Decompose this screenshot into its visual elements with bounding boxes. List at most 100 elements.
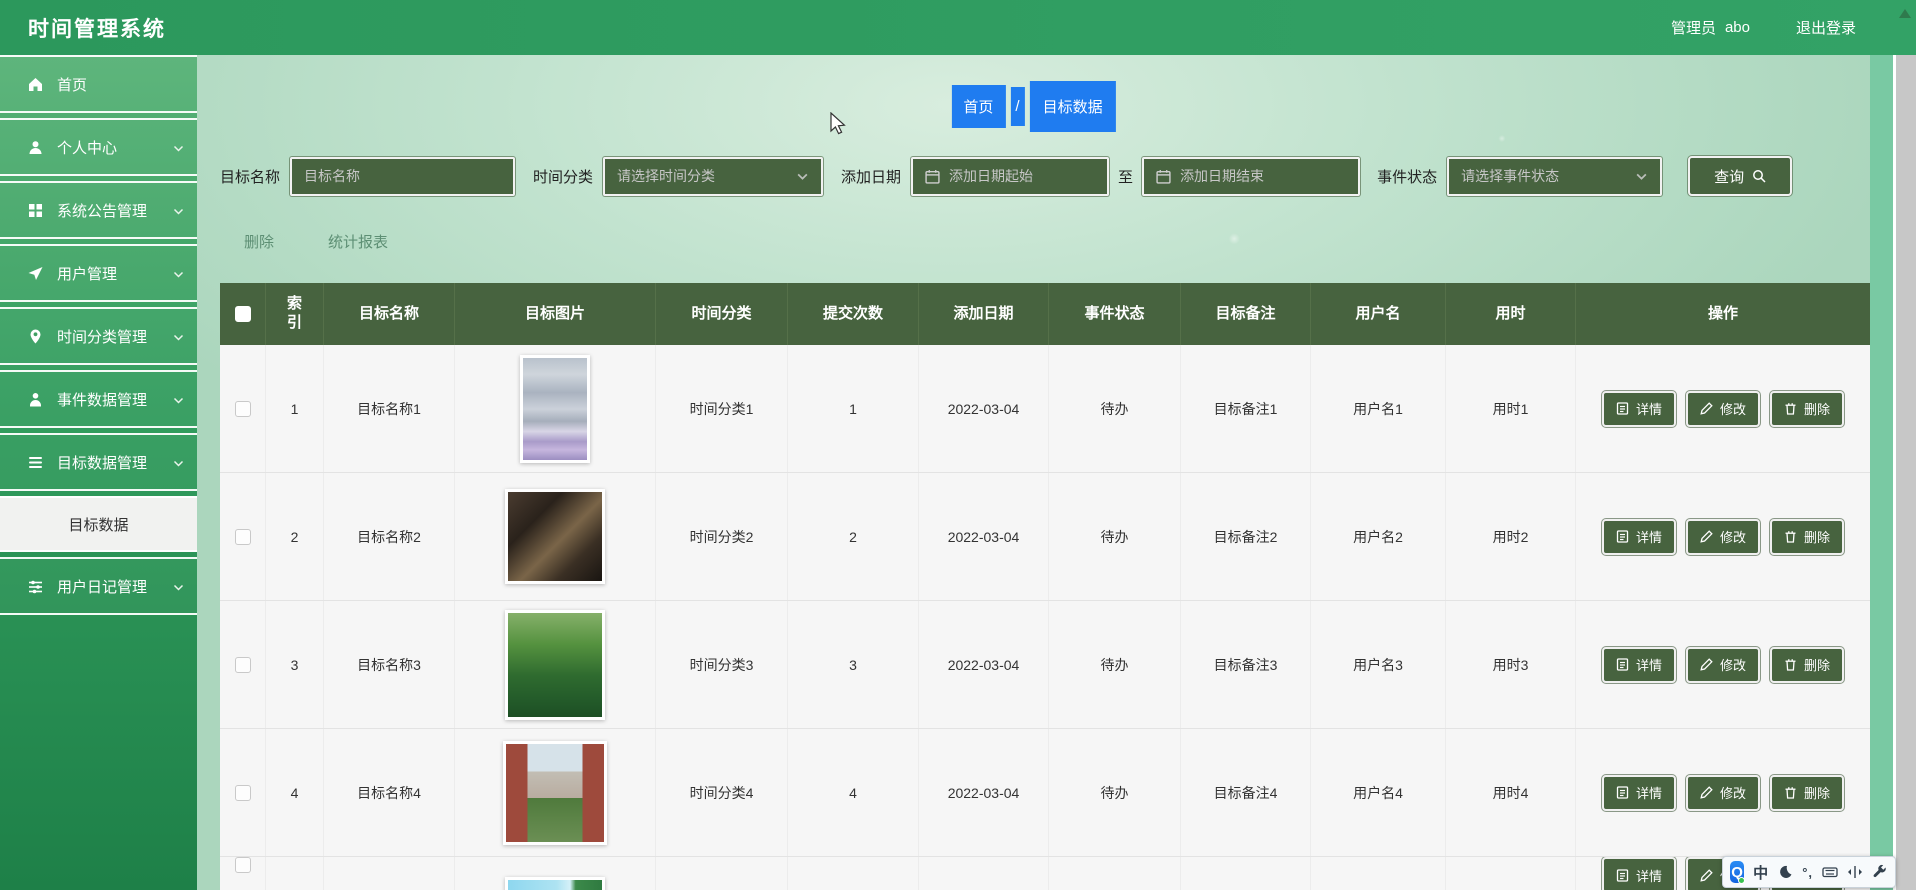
user-role-label: 管理员: [1670, 20, 1716, 37]
cell-target-name: 目标名称4: [324, 729, 455, 856]
date-end-input[interactable]: 添加日期结束: [1142, 156, 1361, 196]
text-direction-icon[interactable]: [1847, 864, 1863, 880]
cell-add-date: 2022-03-04: [919, 601, 1049, 728]
edit-button[interactable]: 修改: [1685, 646, 1760, 683]
keyboard-icon[interactable]: [1822, 864, 1838, 880]
target-image: [505, 877, 605, 890]
column-header-submit-count: 提交次数: [788, 283, 919, 345]
pencil-icon: [1700, 786, 1713, 799]
row-checkbox-cell: [220, 601, 266, 728]
column-header-name: 目标名称: [324, 283, 455, 345]
column-header-image: 目标图片: [455, 283, 656, 345]
detail-button[interactable]: 详情: [1601, 774, 1676, 811]
detail-button[interactable]: 详情: [1601, 646, 1676, 683]
cell-index: 3: [266, 601, 324, 728]
cell-username: 用户名3: [1311, 601, 1446, 728]
detail-button[interactable]: 详情: [1601, 518, 1676, 555]
sidebar-item-menu[interactable]: 时间分类管理: [0, 307, 197, 365]
sidebar-item-label: 个人中心: [57, 139, 118, 157]
target-name-input[interactable]: 目标名称: [290, 156, 516, 196]
header-checkbox-cell: [220, 283, 266, 345]
column-header-status: 事件状态: [1049, 283, 1181, 345]
detail-button[interactable]: 详情: [1601, 857, 1676, 890]
sidebar-item-menu[interactable]: 目标数据管理: [0, 433, 197, 491]
sidebar-item-label: 用户日记管理: [57, 578, 148, 596]
table-actions-bar: 删除 统计报表: [244, 231, 388, 252]
scrollbar-up-arrow-icon[interactable]: [1899, 9, 1911, 18]
cell-target-image: [455, 345, 656, 472]
add-date-label: 添加日期: [841, 168, 902, 186]
sidebar-item-label: 目标数据管理: [57, 454, 148, 472]
cell-duration: 用时4: [1446, 729, 1576, 856]
cell-operations: 详情 修改 删除: [1576, 473, 1870, 600]
edit-button[interactable]: 修改: [1685, 774, 1760, 811]
breadcrumb-home-link[interactable]: 首页: [951, 85, 1006, 128]
punctuation-icon[interactable]: °,: [1802, 865, 1813, 880]
cell-submit-count: [788, 857, 919, 890]
row-checkbox[interactable]: [234, 400, 251, 417]
sidebar-item-submenu[interactable]: 目标数据: [0, 496, 197, 552]
search-button[interactable]: 查询: [1688, 156, 1793, 196]
target-image: [520, 354, 590, 463]
edit-button[interactable]: 修改: [1685, 518, 1760, 555]
row-checkbox[interactable]: [234, 656, 251, 673]
cell-username: 用户名2: [1311, 473, 1446, 600]
content-scrollbar[interactable]: [1870, 55, 1893, 890]
detail-button[interactable]: 详情: [1601, 390, 1676, 427]
cell-add-date: 2022-03-04: [919, 345, 1049, 472]
cell-note: 目标备注2: [1181, 473, 1311, 600]
delete-button[interactable]: 删除: [1770, 390, 1845, 427]
logout-button[interactable]: 退出登录: [1796, 17, 1856, 38]
chevron-down-icon: [172, 268, 185, 281]
batch-delete-button[interactable]: 删除: [244, 231, 274, 252]
cell-note: 目标备注1: [1181, 345, 1311, 472]
breadcrumb-current[interactable]: 目标数据: [1029, 81, 1116, 132]
ime-logo-icon[interactable]: Q: [1730, 861, 1746, 884]
cell-note: [1181, 857, 1311, 890]
row-checkbox[interactable]: [234, 784, 251, 801]
cell-add-date: 2022-03-04: [919, 729, 1049, 856]
row-checkbox-cell: [220, 345, 266, 472]
select-all-checkbox[interactable]: [234, 306, 251, 322]
moon-icon[interactable]: [1777, 864, 1793, 880]
delete-button[interactable]: 删除: [1770, 646, 1845, 683]
wrench-icon[interactable]: [1872, 864, 1888, 880]
grid-icon: [27, 202, 44, 219]
document-icon: [1616, 530, 1629, 543]
table-body: 1 目标名称1 时间分类1 1 2022-03-04 待办 目标备注1 用户名1…: [220, 345, 1870, 890]
sidebar-item-menu[interactable]: 用户日记管理: [0, 557, 197, 615]
sidebar-item-menu[interactable]: 事件数据管理: [0, 370, 197, 428]
cell-target-image: [455, 729, 656, 856]
row-checkbox[interactable]: [234, 528, 251, 545]
target-image: [505, 489, 605, 584]
data-table: 索引 目标名称 目标图片 时间分类 提交次数 添加日期 事件状态 目标备注 用户…: [220, 283, 1870, 890]
cell-duration: [1446, 857, 1576, 890]
edit-button[interactable]: 修改: [1685, 390, 1760, 427]
row-checkbox-cell: [220, 857, 266, 890]
column-header-operation: 操作: [1707, 304, 1738, 322]
delete-button[interactable]: 删除: [1770, 518, 1845, 555]
time-category-select[interactable]: 请选择时间分类: [603, 156, 824, 196]
document-icon: [1616, 658, 1629, 671]
row-checkbox[interactable]: [234, 857, 251, 873]
ime-language-toggle[interactable]: 中: [1753, 862, 1768, 883]
sidebar-item-menu[interactable]: 首页: [0, 55, 197, 113]
event-status-select[interactable]: 请选择事件状态: [1447, 156, 1663, 196]
cell-submit-count: 1: [788, 345, 919, 472]
ime-toolbar: Q 中 °,: [1722, 856, 1896, 888]
cell-target-name: 目标名称2: [324, 473, 455, 600]
breadcrumb-separator: /: [1010, 87, 1025, 126]
user-icon: [27, 139, 44, 156]
column-header-note: 目标备注: [1181, 283, 1311, 345]
home-icon: [27, 76, 44, 93]
report-button[interactable]: 统计报表: [328, 231, 388, 252]
browser-scrollbar[interactable]: [1893, 55, 1916, 890]
sidebar-menu: 首页个人中心系统公告管理 用户管理 时间分类管理 事件数据管理目标数据管理目标数据用户…: [0, 55, 197, 615]
chevron-down-icon: [797, 173, 808, 180]
date-start-input[interactable]: 添加日期起始: [911, 156, 1110, 196]
delete-button[interactable]: 删除: [1770, 774, 1845, 811]
cell-note: 目标备注4: [1181, 729, 1311, 856]
sidebar-item-menu[interactable]: 用户管理: [0, 244, 197, 302]
sidebar-item-menu[interactable]: 系统公告管理: [0, 181, 197, 239]
sidebar-item-menu[interactable]: 个人中心: [0, 118, 197, 176]
